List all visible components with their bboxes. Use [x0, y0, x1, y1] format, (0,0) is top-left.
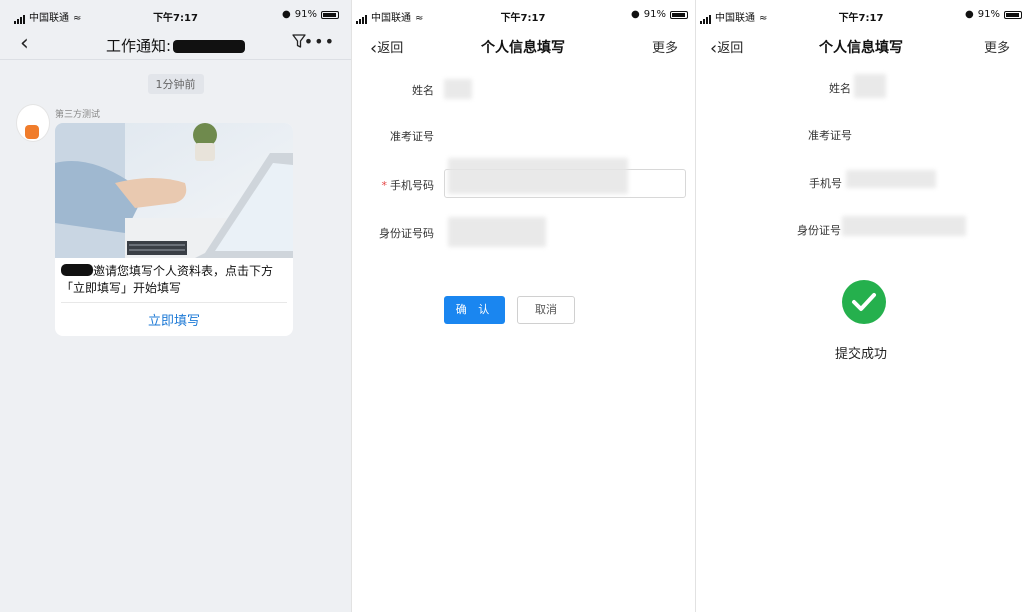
nav-bar: ‹返回 个人信息填写 更多 — [352, 32, 694, 62]
battery-percent: 91% — [977, 9, 1000, 20]
id-card-value — [842, 216, 966, 236]
avatar[interactable] — [16, 104, 50, 142]
message-card[interactable]: 邀请您填写个人资料表，点击下方「立即填写」开始填写 立即填写 — [55, 123, 293, 336]
alarm-icon: ● — [965, 9, 974, 20]
more-button[interactable]: 更多 — [984, 37, 1010, 56]
page-title: 个人信息填写 — [481, 40, 565, 56]
redacted-name — [173, 40, 246, 53]
page-title: 个人信息填写 — [819, 40, 903, 56]
label-phone-text: 手机号码 — [390, 179, 434, 192]
more-button[interactable]: 更多 — [652, 37, 678, 56]
form-screen: 中国联通 ≈ 下午7:17 ● 91% ‹返回 个人信息填写 更多 姓名 准考证… — [352, 0, 694, 612]
card-divider — [61, 302, 287, 303]
nav-bar: ‹返回 个人信息填写 更多 — [696, 32, 1026, 62]
battery-icon — [321, 10, 339, 19]
sender-name: 第三方测试 — [55, 110, 101, 120]
label-exam-id: 准考证号 — [390, 130, 434, 143]
success-check-icon — [842, 280, 886, 324]
label-name: 姓名 — [412, 84, 434, 97]
label-phone: 手机号 — [809, 177, 842, 190]
message-body: 邀请您填写个人资料表，点击下方「立即填写」开始填写 — [61, 264, 274, 295]
status-bar: 中国联通 ≈ 下午7:17 ● 91% — [352, 0, 694, 30]
title-prefix: 工作通知: — [105, 37, 172, 55]
redacted-sender — [61, 264, 93, 276]
result-screen: 中国联通 ≈ 下午7:17 ● 91% ‹返回 个人信息填写 更多 姓名 准考证… — [696, 0, 1026, 612]
message-text: 邀请您填写个人资料表，点击下方「立即填写」开始填写 — [61, 263, 289, 297]
time-chip: 1分钟前 — [147, 74, 204, 94]
name-value — [854, 74, 886, 98]
phone-value — [448, 158, 628, 194]
status-bar: 中国联通 ≈ 下午7:17 ● 91% — [696, 0, 1026, 30]
chat-screen: 中国联通 ≈ 下午7:17 ● 91% ‹ 工作通知: ••• 1分钟前 第三方… — [0, 0, 351, 612]
battery-icon — [670, 10, 688, 19]
cancel-button[interactable]: 取消 — [517, 296, 575, 324]
label-phone: * 手机号码 — [362, 177, 435, 193]
label-exam-id: 准考证号 — [808, 129, 852, 142]
required-mark: * — [381, 179, 388, 192]
divider — [0, 59, 351, 60]
alarm-icon: ● — [631, 9, 640, 20]
id-card-value — [448, 217, 546, 247]
battery-percent: 91% — [643, 9, 666, 20]
battery-icon — [1004, 10, 1022, 19]
app-logo-icon — [25, 125, 39, 139]
fill-now-link[interactable]: 立即填写 — [55, 310, 293, 329]
battery-percent: 91% — [294, 9, 317, 20]
status-bar: 中国联通 ≈ 下午7:17 ● 91% — [0, 0, 351, 30]
nav-bar: ‹ 工作通知: ••• — [0, 30, 351, 60]
office-photo — [55, 123, 293, 258]
label-name: 姓名 — [829, 82, 851, 95]
name-value — [444, 79, 472, 99]
label-id-card: 身份证号 — [797, 224, 841, 237]
label-id-card: 身份证号码 — [379, 227, 434, 240]
success-message: 提交成功 — [834, 347, 887, 362]
more-icon[interactable]: ••• — [304, 32, 335, 51]
confirm-button[interactable]: 确 认 — [444, 296, 505, 324]
phone-value — [846, 170, 936, 188]
alarm-icon: ● — [282, 9, 291, 20]
